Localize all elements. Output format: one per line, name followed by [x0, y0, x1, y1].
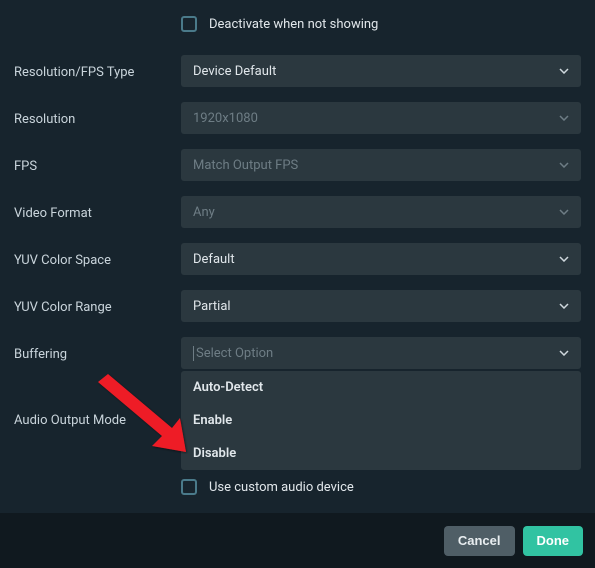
video-format-label: Video Format [14, 204, 181, 221]
chevron-down-icon [559, 301, 569, 311]
footer: Cancel Done [0, 513, 595, 568]
res-fps-type-select[interactable]: Device Default [181, 55, 581, 87]
deactivate-label: Deactivate when not showing [209, 17, 378, 32]
color-range-select[interactable]: Partial [181, 290, 581, 322]
color-space-value: Default [193, 252, 235, 267]
buffering-option-enable[interactable]: Enable [181, 404, 581, 437]
chevron-down-icon [559, 207, 569, 217]
color-range-value: Partial [193, 299, 231, 314]
done-button[interactable]: Done [523, 526, 584, 556]
res-fps-type-label: Resolution/FPS Type [14, 63, 181, 80]
buffering-placeholder: Select Option [193, 346, 273, 361]
resolution-label: Resolution [14, 110, 181, 127]
chevron-down-icon [559, 113, 569, 123]
fps-select: Match Output FPS [181, 149, 581, 181]
buffering-option-auto-detect[interactable]: Auto-Detect [181, 371, 581, 404]
color-range-label: YUV Color Range [14, 298, 181, 315]
chevron-down-icon [559, 160, 569, 170]
fps-value: Match Output FPS [193, 158, 298, 173]
resolution-value: 1920x1080 [193, 111, 258, 126]
custom-audio-label: Use custom audio device [209, 480, 354, 495]
deactivate-checkbox[interactable] [181, 16, 197, 32]
res-fps-type-value: Device Default [193, 64, 276, 79]
audio-mode-label: Audio Output Mode [14, 355, 181, 428]
chevron-down-icon [559, 254, 569, 264]
fps-label: FPS [14, 157, 181, 174]
custom-audio-checkbox[interactable] [181, 479, 197, 495]
cancel-button[interactable]: Cancel [444, 526, 515, 556]
color-space-label: YUV Color Space [14, 251, 181, 268]
buffering-select[interactable]: Select Option [181, 337, 581, 369]
color-space-select[interactable]: Default [181, 243, 581, 275]
chevron-down-icon [559, 348, 569, 358]
buffering-dropdown: Auto-Detect Enable Disable [181, 371, 581, 470]
deactivate-checkbox-row: Deactivate when not showing [181, 16, 581, 32]
video-format-value: Any [193, 205, 215, 220]
buffering-option-disable[interactable]: Disable [181, 437, 581, 470]
custom-audio-checkbox-row: Use custom audio device [181, 479, 581, 495]
resolution-select: 1920x1080 [181, 102, 581, 134]
chevron-down-icon [559, 66, 569, 76]
video-format-select: Any [181, 196, 581, 228]
